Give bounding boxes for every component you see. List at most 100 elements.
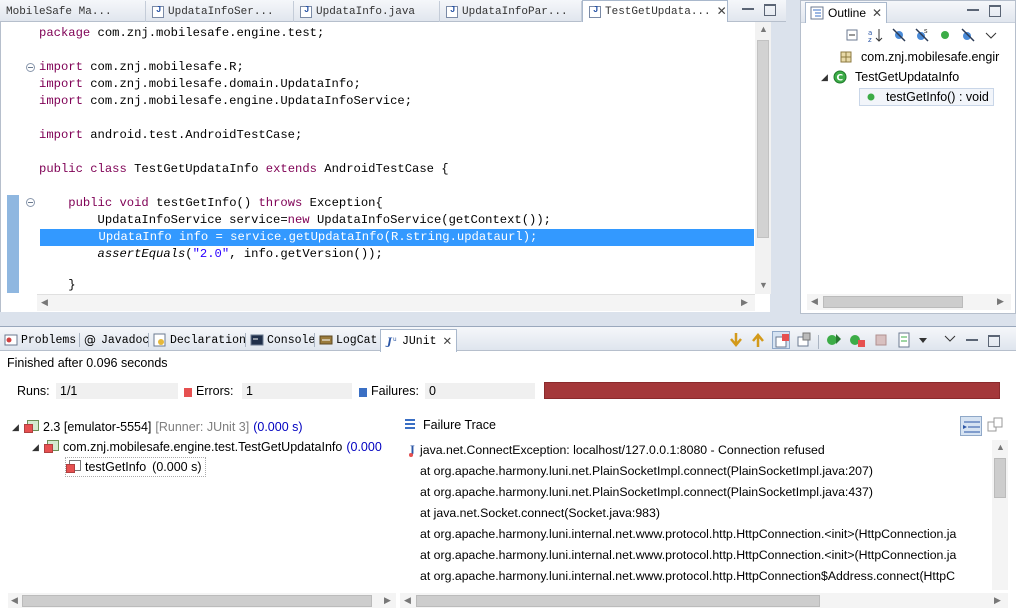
view-menu-icon[interactable] [983, 27, 999, 43]
scroll-right-icon[interactable]: ▶ [741, 297, 748, 308]
previous-failure-icon[interactable] [749, 331, 767, 349]
fold-icon[interactable] [26, 63, 35, 72]
outline-item-class[interactable]: ◢ C TestGetUpdataInfo [821, 68, 959, 86]
tab-separator [79, 333, 80, 347]
outline-item-package[interactable]: com.znj.mobilesafe.engir [839, 48, 999, 66]
scroll-left-icon[interactable]: ◀ [11, 595, 18, 606]
maximize-icon[interactable] [764, 4, 776, 16]
hide-local-types-icon[interactable] [960, 27, 976, 43]
tab-separator [148, 333, 149, 347]
javadoc-icon: @ [84, 333, 96, 347]
scroll-thumb[interactable] [823, 296, 963, 308]
scroll-right-icon[interactable]: ▶ [994, 595, 1001, 606]
test-tree[interactable]: ◢ 2.3 [emulator-5554] [Runner: JUnit 3] … [8, 415, 397, 585]
tab-problems[interactable]: Problems [4, 330, 76, 350]
tree-horizontal-scrollbar[interactable]: ◀ ▶ [8, 593, 396, 608]
test-run-history-icon[interactable] [896, 331, 914, 349]
tab-declaration[interactable]: Declaration [153, 330, 246, 350]
failure-trace-list[interactable]: J java.net.ConnectException: localhost/1… [408, 440, 992, 590]
editor-tab[interactable]: UpdataInfo.java [294, 1, 440, 22]
outline-item-method[interactable]: testGetInfo() : void [859, 88, 994, 106]
declaration-icon [153, 333, 166, 347]
close-icon[interactable]: ✕ [872, 6, 882, 20]
scroll-down-icon[interactable]: ▼ [759, 280, 768, 290]
scroll-up-icon[interactable]: ▲ [759, 24, 768, 34]
tab-console[interactable]: Console [250, 330, 315, 350]
tab-javadoc[interactable]: @ Javadoc [84, 330, 149, 350]
code-editor[interactable]: package com.znj.mobilesafe.engine.test; … [0, 22, 771, 312]
tab-logcat[interactable]: LogCat [319, 330, 377, 350]
rerun-test-icon[interactable] [825, 331, 843, 349]
trace-line[interactable]: at org.apache.harmony.luni.net.PlainSock… [420, 461, 873, 482]
java-file-icon [589, 5, 601, 18]
trace-line[interactable]: at org.apache.harmony.luni.net.PlainSock… [420, 482, 873, 503]
suite-runner: [Runner: JUnit 3] [155, 420, 250, 434]
editor-tab[interactable]: UpdataInfoPar... [440, 1, 582, 22]
console-icon [250, 334, 264, 346]
trace-line[interactable]: at org.apache.harmony.luni.internal.net.… [420, 545, 956, 566]
filter-stack-trace-icon[interactable] [960, 416, 982, 436]
fold-icon[interactable] [26, 198, 35, 207]
bottom-panel: Problems @ Javadoc Declaration Console L… [0, 326, 1016, 608]
scroll-thumb[interactable] [757, 40, 769, 238]
suite-time: (0.000 s) [253, 420, 303, 434]
trace-line[interactable]: at java.net.Socket.connect(Socket.java:9… [420, 503, 660, 524]
scroll-left-icon[interactable]: ◀ [811, 296, 818, 307]
tab-label: LogCat [336, 333, 378, 347]
tree-row-testcase[interactable]: ◢ com.znj.mobilesafe.engine.test.TestGet… [32, 437, 382, 457]
expand-toggle-icon[interactable]: ◢ [12, 422, 24, 433]
collapse-all-icon[interactable] [845, 27, 861, 43]
view-menu-icon[interactable] [942, 331, 960, 349]
tab-junit[interactable]: Ju JUnit ✕ [380, 329, 458, 352]
failures-label: Failures: [371, 384, 419, 398]
svg-text:z: z [868, 36, 872, 43]
maximize-icon[interactable] [988, 335, 1000, 347]
editor-horizontal-scrollbar[interactable]: ◀ ▶ [37, 294, 755, 311]
trace-horizontal-scrollbar[interactable]: ◀ ▶ [400, 593, 1008, 608]
trace-line[interactable]: at org.apache.harmony.luni.internal.net.… [420, 566, 955, 587]
history-dropdown-icon[interactable] [915, 331, 933, 349]
scroll-left-icon[interactable]: ◀ [404, 595, 411, 606]
next-failure-icon[interactable] [727, 331, 745, 349]
scroll-up-icon[interactable]: ▲ [996, 442, 1005, 452]
tab-outline[interactable]: Outline ✕ [805, 2, 888, 23]
scroll-right-icon[interactable]: ▶ [997, 296, 1004, 307]
outline-horizontal-scrollbar[interactable]: ◀ ▶ [807, 294, 1011, 310]
rerun-failed-first-icon[interactable] [848, 331, 866, 349]
minimize-icon[interactable] [742, 8, 754, 10]
minimize-icon[interactable] [966, 339, 978, 341]
expand-toggle-icon[interactable]: ◢ [821, 72, 833, 83]
scroll-lock-icon[interactable] [795, 331, 813, 349]
editor-tab[interactable]: MobileSafe Ma... [0, 1, 146, 22]
close-icon[interactable]: ✕ [443, 334, 453, 349]
outline-toolbar: az s [845, 27, 999, 45]
scroll-right-icon[interactable]: ▶ [384, 595, 391, 606]
scroll-thumb[interactable] [994, 458, 1006, 498]
close-icon[interactable]: ✕ [717, 4, 727, 19]
trace-line[interactable]: at org.apache.harmony.luni.internal.net.… [420, 524, 956, 545]
tree-row-suite[interactable]: ◢ 2.3 [emulator-5554] [Runner: JUnit 3] … [12, 417, 303, 437]
test-class-error-icon [44, 440, 60, 454]
minimize-icon[interactable] [967, 9, 979, 11]
expand-toggle-icon[interactable]: ◢ [32, 442, 44, 453]
editor-tab-active[interactable]: TestGetUpdata... ✕ [582, 0, 728, 22]
scroll-left-icon[interactable]: ◀ [41, 297, 48, 308]
tree-row-test-method[interactable]: testGetInfo (0.000 s) [65, 457, 206, 477]
hide-static-icon[interactable]: s [914, 27, 930, 43]
sort-icon[interactable]: az [868, 27, 884, 43]
show-failures-only-icon[interactable] [772, 331, 790, 349]
stop-icon[interactable] [872, 331, 890, 349]
editor-tab[interactable]: UpdataInfoSer... [146, 1, 294, 22]
maximize-icon[interactable] [989, 5, 1001, 17]
outline-item-label: TestGetUpdataInfo [855, 70, 960, 84]
editor-vertical-scrollbar[interactable]: ▲ ▼ [755, 22, 771, 294]
hide-non-public-icon[interactable] [937, 27, 953, 43]
scroll-thumb[interactable] [22, 595, 372, 607]
hide-fields-icon[interactable] [891, 27, 907, 43]
trace-vertical-scrollbar[interactable]: ▲ [992, 440, 1008, 590]
compare-result-icon[interactable] [986, 416, 1004, 434]
tab-label: Problems [21, 333, 77, 347]
code-line: UpdataInfoService service=new UpdataInfo… [39, 213, 551, 227]
scroll-thumb[interactable] [416, 595, 820, 607]
trace-line[interactable]: java.net.ConnectException: localhost/127… [420, 440, 825, 461]
